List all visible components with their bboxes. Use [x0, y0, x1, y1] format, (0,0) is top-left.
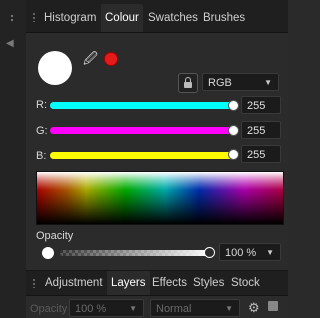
opacity-slider-track[interactable] — [60, 250, 210, 256]
opacity-value: 100 % — [225, 247, 257, 259]
top-tab-bar: Histogram Colour Swatches Brushes — [26, 0, 288, 33]
red-slider-handle[interactable] — [228, 100, 239, 111]
green-label: G: — [36, 125, 48, 137]
colour-spectrum[interactable] — [36, 171, 284, 225]
tab-swatches[interactable]: Swatches — [146, 4, 200, 32]
collapse-arrow-icon[interactable]: ◀ — [6, 38, 14, 49]
colour-model-select[interactable]: RGB ▼ — [202, 73, 279, 91]
gear-icon[interactable]: ⚙ — [248, 300, 260, 316]
colour-panel: Histogram Colour Swatches Brushes 🖉 RGB … — [26, 0, 288, 318]
opacity-slider-handle[interactable] — [204, 247, 215, 258]
red-label: R: — [36, 99, 47, 111]
chevron-down-icon: ▼ — [264, 78, 272, 87]
bottom-tab-bar: Adjustment Layers Effects Styles Stock — [26, 271, 288, 296]
lock-icon[interactable] — [178, 73, 198, 93]
tab-layers[interactable]: Layers — [107, 271, 150, 295]
blue-value-field[interactable]: 255 — [241, 145, 281, 163]
secondary-colour-swatch[interactable] — [104, 52, 118, 66]
blue-slider-track[interactable] — [50, 152, 237, 159]
green-slider-track[interactable] — [50, 127, 237, 134]
tab-styles[interactable]: Styles — [191, 271, 226, 295]
blue-label: B: — [36, 150, 47, 162]
red-slider-track[interactable] — [50, 102, 237, 109]
layer-opacity-label: Opacity — [30, 303, 68, 315]
tab-adjustment[interactable]: Adjustment — [43, 271, 105, 295]
tab-colour[interactable]: Colour — [101, 4, 143, 32]
panel-grip-icon[interactable] — [32, 12, 36, 22]
left-dock-strip: ◀ — [0, 0, 27, 318]
drag-grip-icon[interactable] — [10, 14, 14, 22]
primary-colour-swatch[interactable] — [38, 51, 72, 85]
red-value-field[interactable]: 255 — [241, 96, 281, 114]
tab-effects[interactable]: Effects — [150, 271, 189, 295]
tab-stock[interactable]: Stock — [229, 271, 262, 295]
blue-slider-handle[interactable] — [228, 149, 239, 160]
opacity-label: Opacity — [36, 230, 74, 242]
blend-mode-value: Normal — [156, 303, 192, 315]
eyedropper-icon[interactable]: 🖉 — [83, 48, 98, 72]
layer-opacity-select[interactable]: 100 % ▼ — [69, 299, 144, 317]
colour-model-value: RGB — [208, 77, 232, 89]
chevron-down-icon: ▼ — [129, 304, 137, 313]
layer-lock-icon[interactable] — [268, 301, 278, 311]
tab-histogram[interactable]: Histogram — [42, 4, 98, 32]
panel-grip-icon[interactable] — [32, 278, 36, 288]
chevron-down-icon: ▼ — [225, 304, 233, 313]
green-value-field[interactable]: 255 — [241, 121, 281, 139]
tab-brushes[interactable]: Brushes — [201, 4, 247, 32]
opacity-swatch — [42, 247, 54, 259]
opacity-value-field[interactable]: 100 % ▼ — [219, 243, 281, 261]
chevron-down-icon: ▼ — [266, 248, 274, 257]
blend-mode-select[interactable]: Normal ▼ — [150, 299, 240, 317]
green-slider-handle[interactable] — [228, 125, 239, 136]
layer-opacity-value: 100 % — [75, 303, 107, 315]
